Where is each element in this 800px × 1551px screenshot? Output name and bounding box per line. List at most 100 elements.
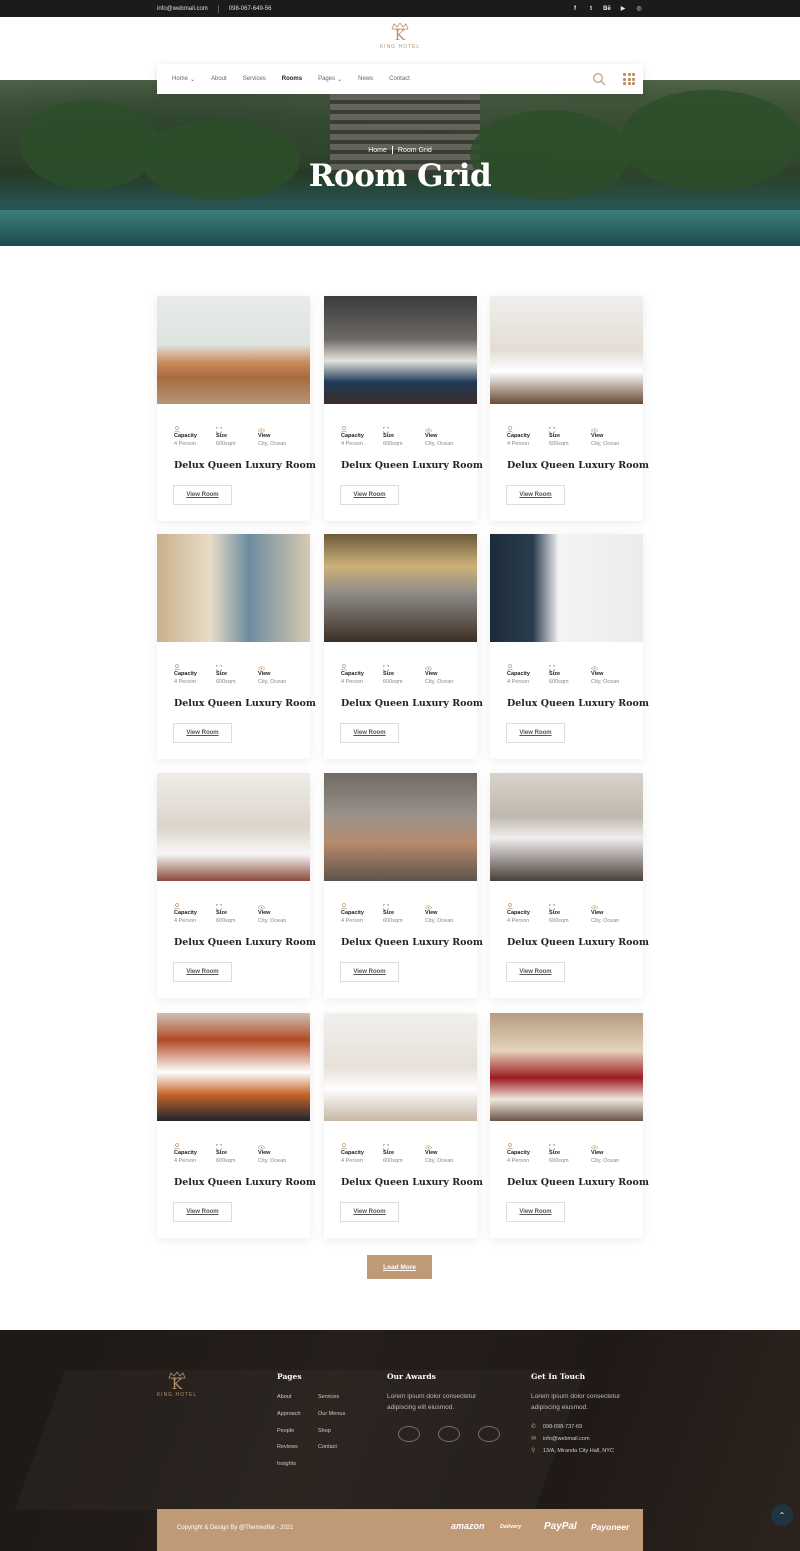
footer-link-insights[interactable]: Insights bbox=[277, 1461, 296, 1467]
footer-phone[interactable]: ✆ 098-098-737-69 bbox=[531, 1424, 582, 1430]
spec-value: 600sqm bbox=[549, 679, 569, 685]
room-card[interactable]: Capacity 4 Person Size 600sqm View City, Ocea… bbox=[157, 773, 316, 998]
spec-label: Size bbox=[383, 433, 395, 439]
behance-icon[interactable]: Bē bbox=[603, 5, 611, 13]
room-card[interactable]: Capacity 4 Person Size 600sqm View City, Ocea… bbox=[490, 296, 649, 521]
spec-label: Size bbox=[549, 433, 561, 439]
footer-link-reviews[interactable]: Reviews bbox=[277, 1444, 298, 1450]
room-photo[interactable] bbox=[157, 773, 310, 881]
room-photo[interactable] bbox=[157, 1013, 310, 1121]
nav-item-news[interactable]: News bbox=[358, 76, 373, 82]
room-photo[interactable] bbox=[490, 296, 643, 404]
top-bar-email[interactable]: info@webmail.com bbox=[157, 6, 208, 12]
room-card[interactable]: Capacity 4 Person Size 600sqm View City, Ocea… bbox=[157, 534, 316, 759]
room-specs: Capacity 4 Person Size 600sqm View City, Ocea… bbox=[507, 420, 633, 447]
breadcrumb-home[interactable]: Home bbox=[368, 147, 387, 154]
view-room-button[interactable]: View Room bbox=[340, 485, 399, 505]
nav-item-home[interactable]: Home ⌄ bbox=[172, 76, 195, 83]
footer-link-people[interactable]: People bbox=[277, 1428, 294, 1434]
view-room-button[interactable]: View Room bbox=[506, 485, 565, 505]
footer-link-contact[interactable]: Contact bbox=[318, 1444, 337, 1450]
grid-menu-icon[interactable] bbox=[623, 73, 635, 85]
youtube-icon[interactable]: ▶ bbox=[619, 5, 627, 13]
room-card[interactable]: Capacity 4 Person Size 600sqm View City, Ocea… bbox=[490, 773, 649, 998]
footer-link-about[interactable]: About bbox=[277, 1394, 291, 1400]
chevron-up-icon: ⌃ bbox=[778, 1510, 786, 1520]
room-photo[interactable] bbox=[324, 1013, 477, 1121]
room-title[interactable]: Delux Queen Luxury Room bbox=[174, 1177, 316, 1188]
room-photo[interactable] bbox=[324, 773, 477, 881]
room-card[interactable]: Capacity 4 Person Size 600sqm View City, Ocea… bbox=[490, 1013, 649, 1238]
footer-link-shop[interactable]: Shop bbox=[318, 1428, 331, 1434]
view-room-button[interactable]: View Room bbox=[340, 962, 399, 982]
room-photo[interactable] bbox=[157, 296, 310, 404]
room-card[interactable]: Capacity 4 Person Size 600sqm View City, Ocea… bbox=[157, 1013, 316, 1238]
room-capacity: Capacity 4 Person bbox=[507, 897, 549, 924]
room-title[interactable]: Delux Queen Luxury Room bbox=[507, 937, 649, 948]
room-card[interactable]: Capacity 4 Person Size 600sqm View City, Ocea… bbox=[324, 534, 483, 759]
room-title[interactable]: Delux Queen Luxury Room bbox=[174, 698, 316, 709]
view-room-button[interactable]: View Room bbox=[173, 485, 232, 505]
room-photo[interactable] bbox=[324, 534, 477, 642]
room-title[interactable]: Delux Queen Luxury Room bbox=[341, 937, 483, 948]
footer-phone-value: 098-098-737-69 bbox=[543, 1424, 583, 1430]
spec-value: City, Ocean bbox=[258, 679, 287, 685]
view-room-button[interactable]: View Room bbox=[173, 1202, 232, 1222]
room-title[interactable]: Delux Queen Luxury Room bbox=[341, 460, 483, 471]
room-title[interactable]: Delux Queen Luxury Room bbox=[507, 698, 649, 709]
spec-value: 600sqm bbox=[383, 441, 403, 447]
room-photo[interactable] bbox=[157, 534, 310, 642]
nav-item-rooms[interactable]: Rooms bbox=[282, 76, 302, 82]
view-room-button[interactable]: View Room bbox=[506, 723, 565, 743]
room-photo[interactable] bbox=[490, 1013, 643, 1121]
view-room-button[interactable]: View Room bbox=[506, 962, 565, 982]
room-card[interactable]: Capacity 4 Person Size 600sqm View City, Ocea… bbox=[490, 534, 649, 759]
view-room-button[interactable]: View Room bbox=[340, 723, 399, 743]
room-title[interactable]: Delux Queen Luxury Room bbox=[174, 937, 316, 948]
view-room-button[interactable]: View Room bbox=[340, 1202, 399, 1222]
site-logo[interactable]: K KING HOTEL bbox=[372, 23, 428, 63]
room-photo[interactable] bbox=[490, 773, 643, 881]
nav-item-pages[interactable]: Pages ⌄ bbox=[318, 76, 342, 83]
view-room-button[interactable]: View Room bbox=[173, 723, 232, 743]
footer-link-approach[interactable]: Approach bbox=[277, 1411, 301, 1417]
scroll-to-top-button[interactable]: ⌃ bbox=[771, 1504, 793, 1526]
view-room-button[interactable]: View Room bbox=[506, 1202, 565, 1222]
spec-value: 600sqm bbox=[549, 441, 569, 447]
room-title[interactable]: Delux Queen Luxury Room bbox=[174, 460, 316, 471]
footer-link-our-menus[interactable]: Our Menus bbox=[318, 1411, 345, 1417]
room-card[interactable]: Capacity 4 Person Size 600sqm View City, Ocea… bbox=[324, 773, 483, 998]
nav-item-services[interactable]: Services bbox=[243, 76, 266, 82]
room-title[interactable]: Delux Queen Luxury Room bbox=[507, 1177, 649, 1188]
nav-item-about[interactable]: About bbox=[211, 76, 227, 82]
chevron-down-icon: ⌄ bbox=[190, 76, 196, 83]
spec-value: 600sqm bbox=[216, 441, 236, 447]
brand-logo-payoneer: Payoneer bbox=[591, 1522, 630, 1532]
top-bar-phone[interactable]: 098-067-649-56 bbox=[229, 6, 272, 12]
room-photo[interactable] bbox=[490, 534, 643, 642]
footer-logo[interactable]: K KING HOTEL bbox=[155, 1372, 199, 1398]
spec-value: 600sqm bbox=[549, 1158, 569, 1164]
twitter-icon[interactable]: t bbox=[587, 5, 595, 13]
facebook-icon[interactable]: f bbox=[571, 5, 579, 13]
room-card[interactable]: Capacity 4 Person Size 600sqm View City, Ocea… bbox=[324, 296, 483, 521]
room-photo[interactable] bbox=[324, 296, 477, 404]
footer-link-services[interactable]: Services bbox=[318, 1394, 339, 1400]
room-title[interactable]: Delux Queen Luxury Room bbox=[341, 698, 483, 709]
room-title[interactable]: Delux Queen Luxury Room bbox=[507, 460, 649, 471]
room-title[interactable]: Delux Queen Luxury Room bbox=[341, 1177, 483, 1188]
instagram-icon[interactable]: ◎ bbox=[635, 5, 643, 13]
room-view: View City, Ocean bbox=[425, 1137, 467, 1164]
room-card[interactable]: Capacity 4 Person Size 600sqm View City, Ocea… bbox=[157, 296, 316, 521]
room-capacity: Capacity 4 Person bbox=[174, 658, 216, 685]
load-more-button[interactable]: Load More bbox=[367, 1255, 432, 1279]
footer-email[interactable]: ✉ info@webmail.com bbox=[531, 1436, 590, 1442]
search-icon[interactable] bbox=[592, 72, 606, 86]
nav-item-label: Home bbox=[172, 76, 189, 82]
nav-item-contact[interactable]: Contact bbox=[389, 76, 410, 82]
spec-label: View bbox=[425, 1150, 438, 1156]
view-room-button[interactable]: View Room bbox=[173, 962, 232, 982]
room-card[interactable]: Capacity 4 Person Size 600sqm View City, Ocea… bbox=[324, 1013, 483, 1238]
room-size: Size 600sqm bbox=[216, 420, 258, 447]
room-specs: Capacity 4 Person Size 600sqm View City, Ocea… bbox=[174, 1137, 300, 1164]
